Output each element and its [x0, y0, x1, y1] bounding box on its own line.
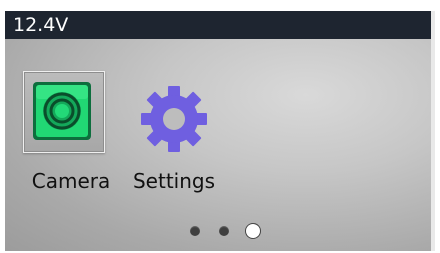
page-indicator: [5, 223, 435, 239]
camera-icon: [32, 81, 92, 141]
settings-label: Settings: [132, 169, 216, 193]
voltage-readout: 12.4V: [13, 14, 69, 36]
settings-app[interactable]: Settings: [122, 69, 222, 199]
page-dot[interactable]: [219, 226, 229, 236]
page-dot-active[interactable]: [246, 224, 260, 238]
device-screen: 12.4V Camera Settings: [5, 11, 435, 251]
page-dot[interactable]: [190, 226, 200, 236]
camera-app[interactable]: Camera: [19, 69, 119, 199]
camera-label: Camera: [31, 169, 111, 193]
gear-icon: [138, 83, 210, 155]
status-bar: 12.4V: [5, 11, 435, 39]
